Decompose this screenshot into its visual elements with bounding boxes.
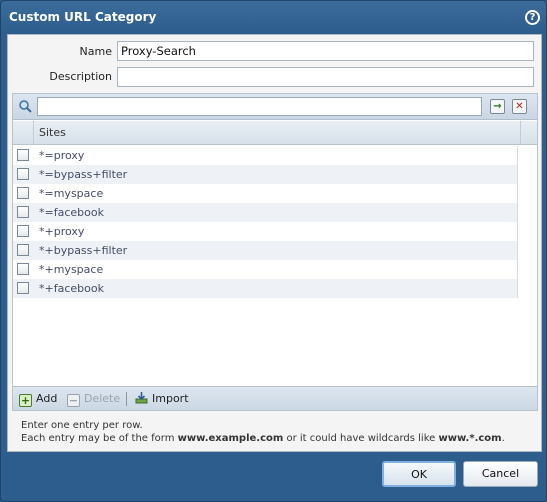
table-row[interactable]: *=myspace — [13, 184, 518, 203]
table-row[interactable]: *=proxy — [13, 146, 518, 165]
grid-search-input[interactable] — [37, 97, 482, 116]
site-entry: *+bypass+filter — [39, 244, 128, 257]
hint-text: . — [501, 433, 505, 444]
description-field[interactable] — [117, 67, 534, 87]
hint-wildcard: www.*.com — [438, 433, 502, 444]
site-entry: *=bypass+filter — [39, 168, 128, 181]
apply-filter-icon[interactable]: → — [490, 99, 505, 114]
row-checkbox[interactable] — [17, 282, 29, 294]
hint-text: Each entry may be of the form — [21, 433, 178, 444]
dialog-footer: OK Cancel — [1, 453, 546, 501]
sites-rows: *=proxy *=bypass+filter *=myspace *=face… — [13, 146, 518, 298]
ok-button[interactable]: OK — [382, 461, 456, 487]
hint-example: www.example.com — [177, 433, 284, 444]
table-row[interactable]: *+myspace — [13, 260, 518, 279]
site-entry: *=proxy — [39, 149, 85, 162]
grid-header: Sites — [13, 121, 537, 145]
toolbar-separator — [126, 392, 127, 406]
table-row[interactable]: *+bypass+filter — [13, 241, 518, 260]
table-row[interactable]: *+proxy — [13, 222, 518, 241]
custom-url-category-dialog: Custom URL Category ? Name Proxy-Search … — [0, 0, 547, 502]
select-all-column[interactable] — [13, 121, 34, 145]
sites-column-header[interactable]: Sites — [39, 126, 66, 139]
row-checkbox[interactable] — [17, 187, 29, 199]
grid-toolbar: + Add − Delete Import — [13, 386, 537, 410]
help-icon[interactable]: ? — [525, 10, 540, 25]
hint-text: or it could have wildcards like — [283, 433, 439, 444]
delete-label: Delete — [84, 392, 121, 405]
grid-search-bar: → ✕ — [13, 94, 537, 120]
header-filler — [520, 121, 536, 145]
row-checkbox[interactable] — [17, 168, 29, 180]
name-field[interactable]: Proxy-Search — [117, 41, 534, 61]
cancel-button[interactable]: Cancel — [463, 461, 538, 487]
dialog-body: Name Proxy-Search Description → ✕ Sites — [7, 34, 542, 452]
table-row[interactable]: *+facebook — [13, 279, 518, 298]
import-icon — [135, 392, 148, 404]
plus-icon: + — [19, 394, 32, 407]
site-entry: *+facebook — [39, 282, 104, 295]
site-entry: *+myspace — [39, 263, 104, 276]
search-icon — [19, 100, 32, 113]
row-checkbox[interactable] — [17, 225, 29, 237]
minus-icon: − — [67, 394, 80, 407]
add-button[interactable]: + Add — [19, 391, 57, 407]
table-row[interactable]: *=bypass+filter — [13, 165, 518, 184]
clear-filter-icon[interactable]: ✕ — [512, 99, 527, 114]
table-row[interactable]: *=facebook — [13, 203, 518, 222]
row-checkbox[interactable] — [17, 206, 29, 218]
row-checkbox[interactable] — [17, 149, 29, 161]
dialog-titlebar[interactable]: Custom URL Category ? — [1, 1, 546, 33]
add-label: Add — [36, 392, 58, 405]
site-entry: *=facebook — [39, 206, 104, 219]
sites-grid: → ✕ Sites *=proxy *=bypass+filter *=mysp… — [12, 93, 538, 411]
hint-line-2: Each entry may be of the form www.exampl… — [21, 433, 505, 444]
site-entry: *+proxy — [39, 225, 85, 238]
description-label: Description — [49, 70, 112, 83]
delete-button[interactable]: − Delete — [67, 391, 120, 407]
import-button[interactable]: Import — [135, 391, 189, 407]
name-label: Name — [79, 45, 112, 58]
row-checkbox[interactable] — [17, 263, 29, 275]
import-label: Import — [152, 392, 189, 405]
site-entry: *=myspace — [39, 187, 104, 200]
hint-line-1: Enter one entry per row. — [21, 420, 143, 431]
row-checkbox[interactable] — [17, 244, 29, 256]
dialog-title: Custom URL Category — [9, 10, 157, 24]
